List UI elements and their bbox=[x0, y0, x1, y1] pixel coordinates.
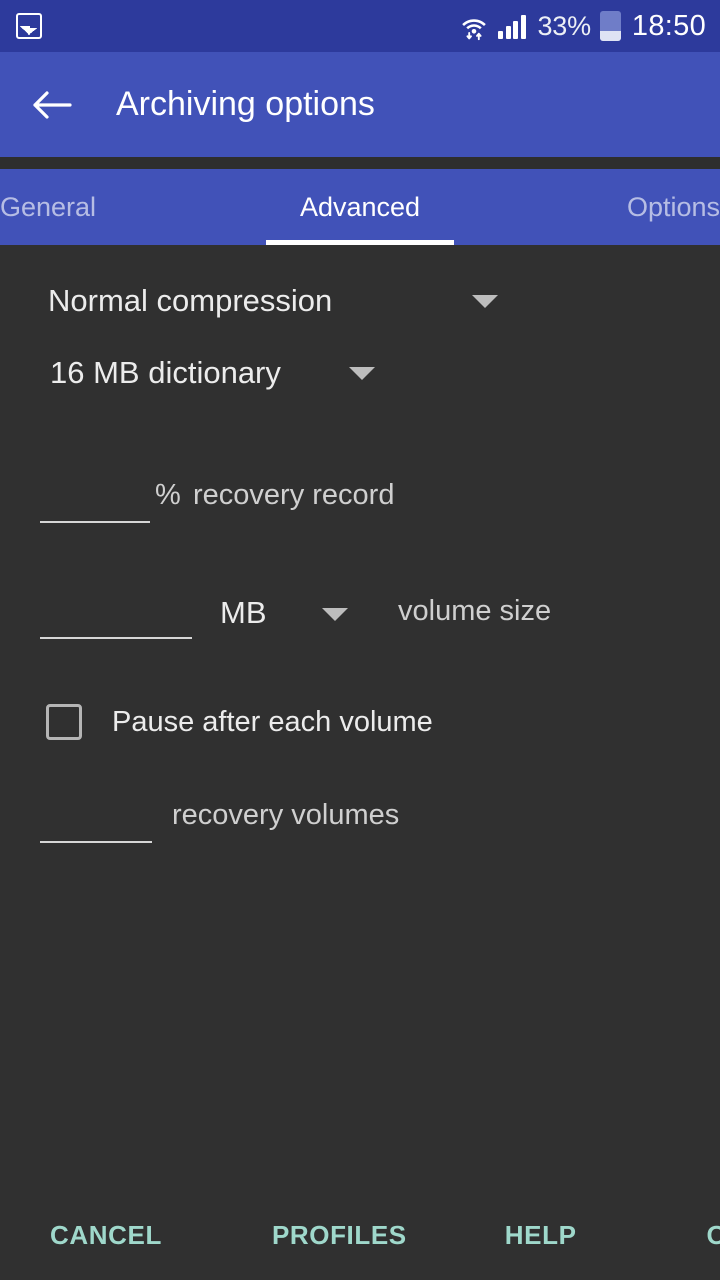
volume-size-row: MB volume size bbox=[0, 575, 720, 663]
tab-options[interactable]: Options bbox=[480, 169, 720, 245]
volume-size-unit-value: MB bbox=[220, 595, 267, 630]
signal-bars-icon bbox=[498, 13, 528, 39]
recovery-record-unit: % bbox=[155, 479, 181, 511]
back-arrow-icon[interactable] bbox=[24, 77, 80, 133]
page-title: Archiving options bbox=[116, 85, 375, 123]
ok-button[interactable]: OK bbox=[697, 1206, 720, 1265]
recovery-volumes-input[interactable] bbox=[40, 841, 152, 843]
recovery-volumes-label: recovery volumes bbox=[172, 799, 400, 831]
tab-general-label: General bbox=[0, 191, 97, 222]
status-bar: 33% 18:50 bbox=[0, 0, 720, 52]
photo-icon bbox=[16, 13, 42, 39]
compression-spinner[interactable]: Normal compression bbox=[0, 265, 720, 337]
profiles-button[interactable]: PROFILES bbox=[262, 1206, 417, 1265]
recovery-volumes-row: recovery volumes bbox=[0, 779, 720, 867]
cancel-button[interactable]: CANCEL bbox=[40, 1206, 172, 1265]
app-bar-divider bbox=[0, 157, 720, 169]
tab-bar: General Advanced Options bbox=[0, 169, 720, 245]
help-button[interactable]: HELP bbox=[495, 1206, 587, 1265]
chevron-down-icon bbox=[472, 294, 499, 308]
recovery-record-label: recovery record bbox=[193, 479, 395, 511]
tab-advanced-label: Advanced bbox=[299, 191, 421, 222]
wifi-icon bbox=[459, 11, 489, 41]
recovery-record-input[interactable] bbox=[40, 521, 150, 523]
volume-size-label: volume size bbox=[398, 595, 552, 627]
dictionary-spinner[interactable]: 16 MB dictionary bbox=[0, 337, 720, 409]
battery-icon bbox=[599, 11, 621, 41]
tab-advanced[interactable]: Advanced bbox=[240, 169, 480, 245]
dictionary-spinner-value: 16 MB dictionary bbox=[50, 355, 281, 390]
recovery-record-row: % recovery record bbox=[0, 459, 720, 547]
compression-spinner-value: Normal compression bbox=[48, 283, 333, 318]
app-screen: 33% 18:50 Archiving options General Adva… bbox=[0, 0, 720, 1280]
status-bar-clock: 18:50 bbox=[631, 9, 706, 42]
tab-options-label: Options bbox=[626, 191, 720, 222]
battery-percent-label: 33% bbox=[537, 10, 591, 41]
status-bar-right: 33% 18:50 bbox=[459, 10, 706, 43]
volume-size-input[interactable] bbox=[40, 637, 192, 639]
chevron-down-icon bbox=[348, 366, 375, 380]
dialog-button-bar: CANCEL PROFILES HELP OK bbox=[0, 1190, 720, 1280]
app-bar: Archiving options bbox=[0, 52, 720, 157]
pause-after-volume-label: Pause after each volume bbox=[112, 705, 433, 738]
pause-after-volume-checkbox-row[interactable]: Pause after each volume bbox=[0, 687, 720, 757]
status-bar-left bbox=[16, 13, 42, 39]
pause-after-volume-checkbox[interactable] bbox=[46, 704, 82, 740]
advanced-settings-panel: Normal compression 16 MB dictionary % re… bbox=[0, 245, 720, 1190]
chevron-down-icon[interactable] bbox=[322, 608, 348, 621]
tab-general[interactable]: General bbox=[0, 169, 240, 245]
